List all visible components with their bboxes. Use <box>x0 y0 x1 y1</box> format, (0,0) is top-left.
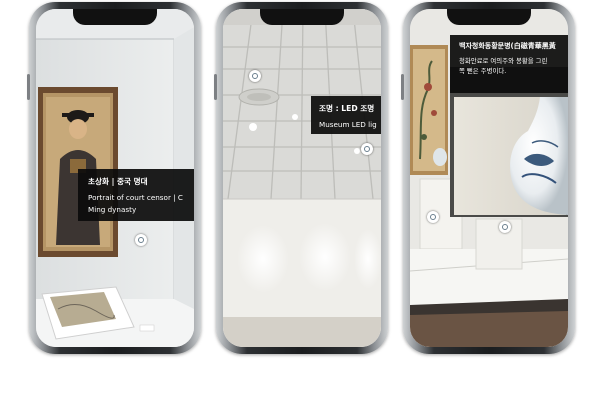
phone-notch <box>447 9 531 25</box>
ceiling-lights-scene <box>223 9 381 347</box>
lighting-info-tooltip[interactable]: 조명 : LED 조명 Museum LED lig <box>311 96 381 134</box>
phone-mockup-1: 초상화 | 중국 명대 Portrait of court censor | C… <box>27 2 201 354</box>
artifact-info-tooltip[interactable]: 백자청화동황문병(白磁青華黑黃 청화안료로 여의주와 봉황을 그린 쪽 뻗은 주… <box>450 35 568 93</box>
phone-screen-3: 백자청화동황문병(白磁青華黑黃 청화안료로 여의주와 봉황을 그린 쪽 뻗은 주… <box>410 9 568 347</box>
phone-screen-2: 조명 : LED 조명 Museum LED lig <box>223 9 381 347</box>
tooltip-line: 쪽 뻗은 주병이다. <box>459 67 507 75</box>
tooltip-title: 조명 : LED 조명 <box>319 104 375 113</box>
hotspot-marker-icon[interactable] <box>499 221 511 233</box>
tooltip-line: 청화안료로 여의주와 봉황을 그린 <box>459 57 548 65</box>
hotspot-marker-icon[interactable] <box>249 70 261 82</box>
hotspot-marker-icon[interactable] <box>135 234 147 246</box>
hotspot-marker-icon[interactable] <box>427 211 439 223</box>
tooltip-line: Portrait of court censor | C <box>88 193 183 202</box>
tooltip-title: 초상화 | 중국 명대 <box>88 177 148 186</box>
tooltip-line: Museum LED lig <box>319 120 377 129</box>
portrait-info-tooltip[interactable]: 초상화 | 중국 명대 Portrait of court censor | C… <box>78 169 194 221</box>
tooltip-line: Ming dynasty <box>88 205 137 214</box>
tooltip-title: 백자청화동황문병(白磁青華黑黃 <box>459 42 556 50</box>
phone-mockup-3: 백자청화동황문병(白磁青華黑黃 청화안료로 여의주와 봉황을 그린 쪽 뻗은 주… <box>401 2 575 354</box>
hotspot-marker-icon[interactable] <box>361 143 373 155</box>
phone-notch <box>73 9 157 25</box>
phone-screen-1: 초상화 | 중국 명대 Portrait of court censor | C… <box>36 9 194 347</box>
phone-mockup-2: 조명 : LED 조명 Museum LED lig <box>214 2 388 354</box>
phone-notch <box>260 9 344 25</box>
